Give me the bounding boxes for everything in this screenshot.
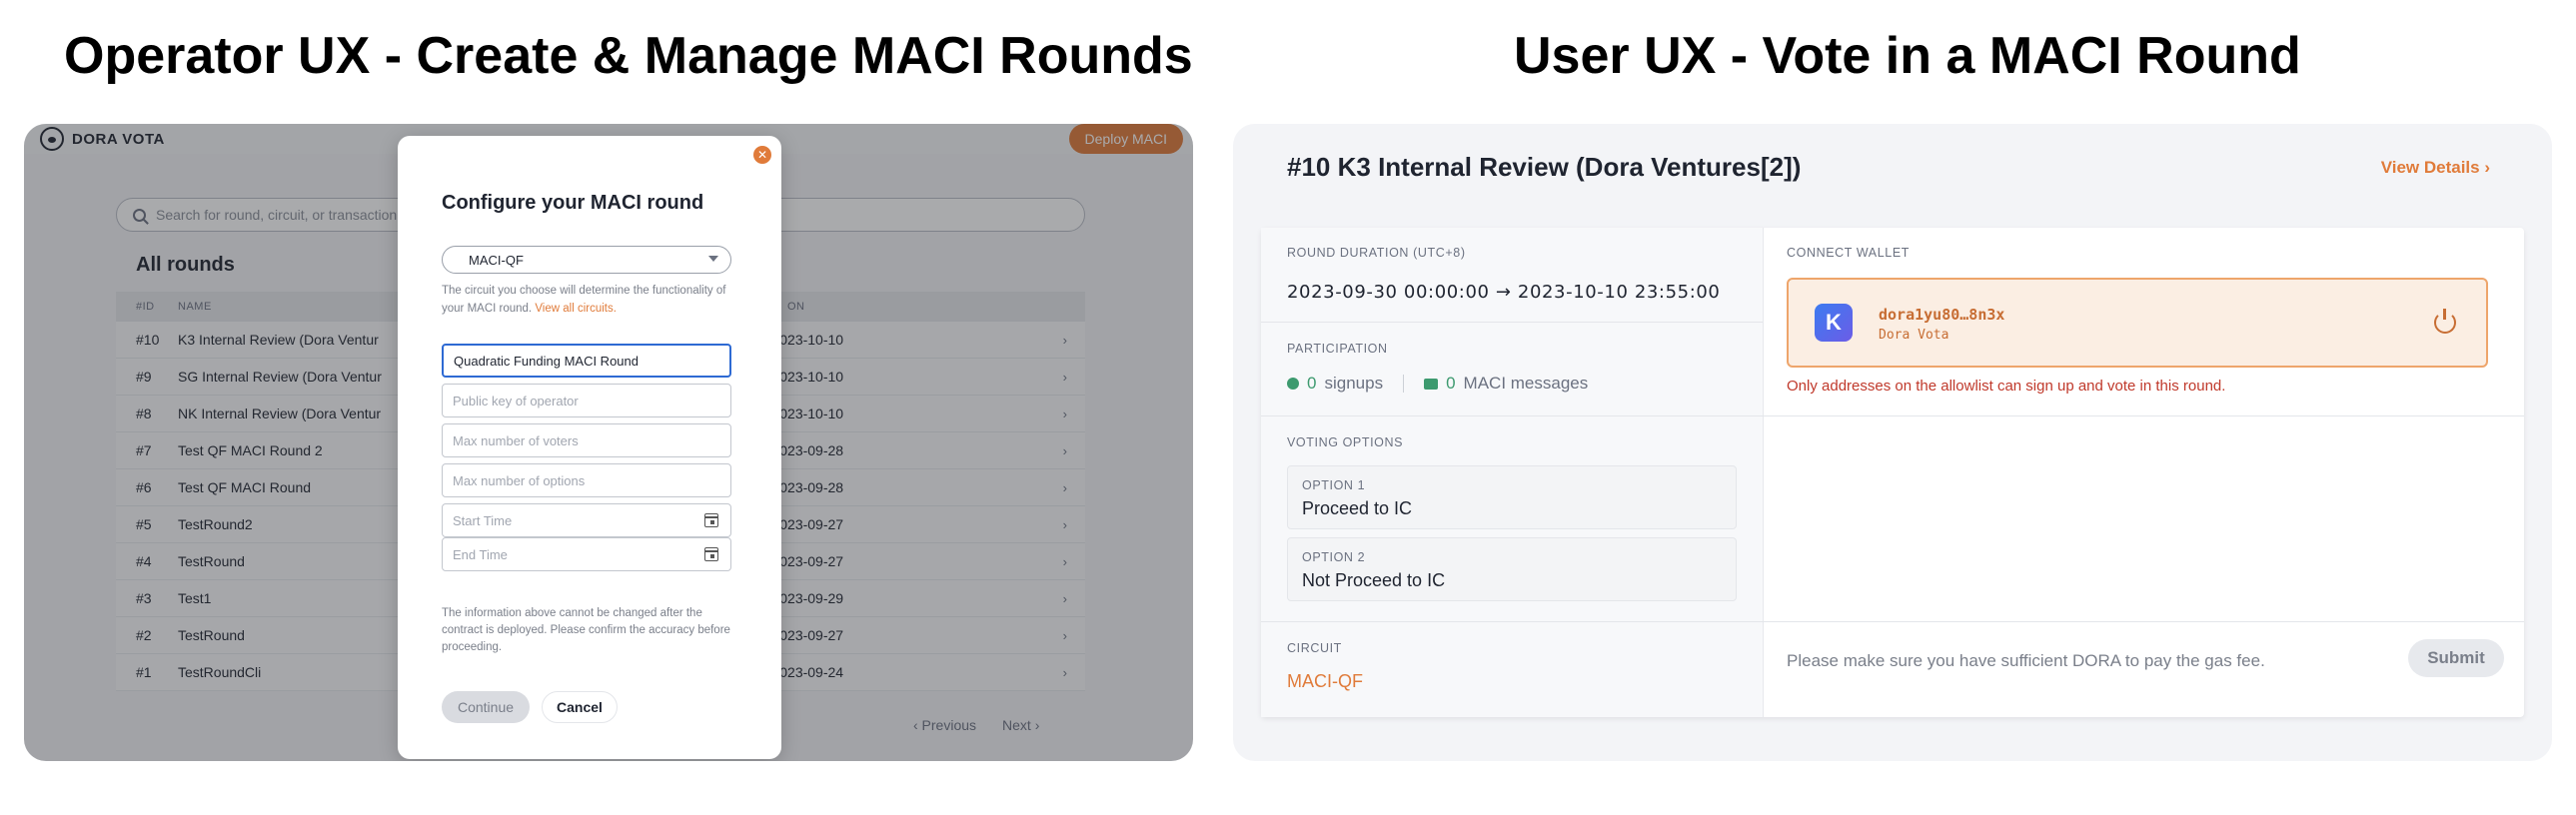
column-divider (1763, 228, 1764, 717)
user-icon (1287, 378, 1299, 390)
calendar-icon[interactable] (704, 547, 718, 561)
max-options-input[interactable] (442, 463, 731, 497)
connected-wallet[interactable]: K dora1yu80…8n3x Dora Vota (1787, 278, 2488, 368)
view-all-circuits-link[interactable]: View all circuits. (535, 303, 617, 315)
participation-label: PARTICIPATION (1287, 342, 1388, 356)
user-ux-heading: User UX - Vote in a MACI Round (1514, 27, 2301, 85)
divider (1261, 322, 1763, 323)
circuit-value[interactable]: MACI-QF (1287, 671, 1363, 692)
end-time-input[interactable] (442, 537, 731, 571)
immutability-notice: The information above cannot be changed … (442, 607, 730, 653)
round-card: ROUND DURATION (UTC+8) 2023-09-30 00:00:… (1261, 228, 2524, 717)
cancel-button[interactable]: Cancel (542, 691, 618, 723)
round-name-input[interactable] (442, 344, 731, 378)
circuit-label: CIRCUIT (1287, 641, 1342, 655)
voting-option[interactable]: OPTION 1 Proceed to IC (1287, 465, 1737, 529)
user-screenshot: #10 K3 Internal Review (Dora Ventures[2]… (1233, 124, 2552, 761)
signups-label: signups (1324, 374, 1384, 393)
circuit-select[interactable]: MACI-QF (442, 246, 731, 274)
wallet-address: dora1yu80…8n3x (1879, 306, 2005, 324)
operator-screenshot: DORA VOTA Deploy MACI All rounds #ID NAM… (24, 124, 1193, 761)
voting-options-label: VOTING OPTIONS (1287, 435, 1404, 449)
circuit-select-value: MACI-QF (469, 252, 524, 268)
view-details-link[interactable]: View Details › (2381, 158, 2490, 178)
modal-title: Configure your MACI round (442, 192, 704, 214)
max-voters-input[interactable] (442, 423, 731, 457)
calendar-icon[interactable] (704, 513, 718, 527)
chevron-down-icon (708, 256, 718, 262)
start-time-input[interactable] (442, 503, 731, 537)
disconnect-power-icon[interactable] (2434, 309, 2456, 334)
participation-stats: 0 signups 0 MACI messages (1287, 374, 1588, 394)
allowlist-warning: Only addresses on the allowlist can sign… (1787, 378, 2226, 395)
operator-ux-heading: Operator UX - Create & Manage MACI Round… (64, 27, 1193, 85)
operator-pubkey-input[interactable] (442, 384, 731, 417)
duration-value: 2023-09-30 00:00:00 → 2023-10-10 23:55:0… (1287, 282, 1721, 303)
option-label: OPTION 2 (1302, 550, 1366, 564)
gas-fee-notice: Please make sure you have sufficient DOR… (1787, 651, 2265, 670)
voting-option[interactable]: OPTION 2 Not Proceed to IC (1287, 537, 1737, 601)
continue-button[interactable]: Continue (442, 691, 530, 723)
connect-wallet-label: CONNECT WALLET (1787, 246, 1910, 260)
divider (1261, 415, 2524, 416)
circuit-help-text: The circuit you choose will determine th… (442, 282, 741, 318)
divider (1261, 621, 2524, 622)
round-title: #10 K3 Internal Review (Dora Ventures[2]… (1287, 152, 1802, 182)
messages-label: MACI messages (1463, 374, 1589, 393)
configure-round-modal: ✕ Configure your MACI round MACI-QF The … (398, 136, 781, 759)
separator (1403, 375, 1405, 393)
submit-button[interactable]: Submit (2408, 639, 2504, 677)
keplr-logo-icon: K (1815, 304, 1853, 342)
message-icon (1424, 378, 1439, 390)
duration-label: ROUND DURATION (UTC+8) (1287, 246, 1466, 260)
close-icon[interactable]: ✕ (753, 146, 771, 164)
option-text: Proceed to IC (1302, 498, 1413, 518)
option-label: OPTION 1 (1302, 478, 1366, 492)
wallet-name: Dora Vota (1879, 328, 1949, 343)
option-text: Not Proceed to IC (1302, 570, 1446, 590)
messages-count: 0 (1446, 374, 1456, 393)
signups-count: 0 (1307, 374, 1317, 393)
